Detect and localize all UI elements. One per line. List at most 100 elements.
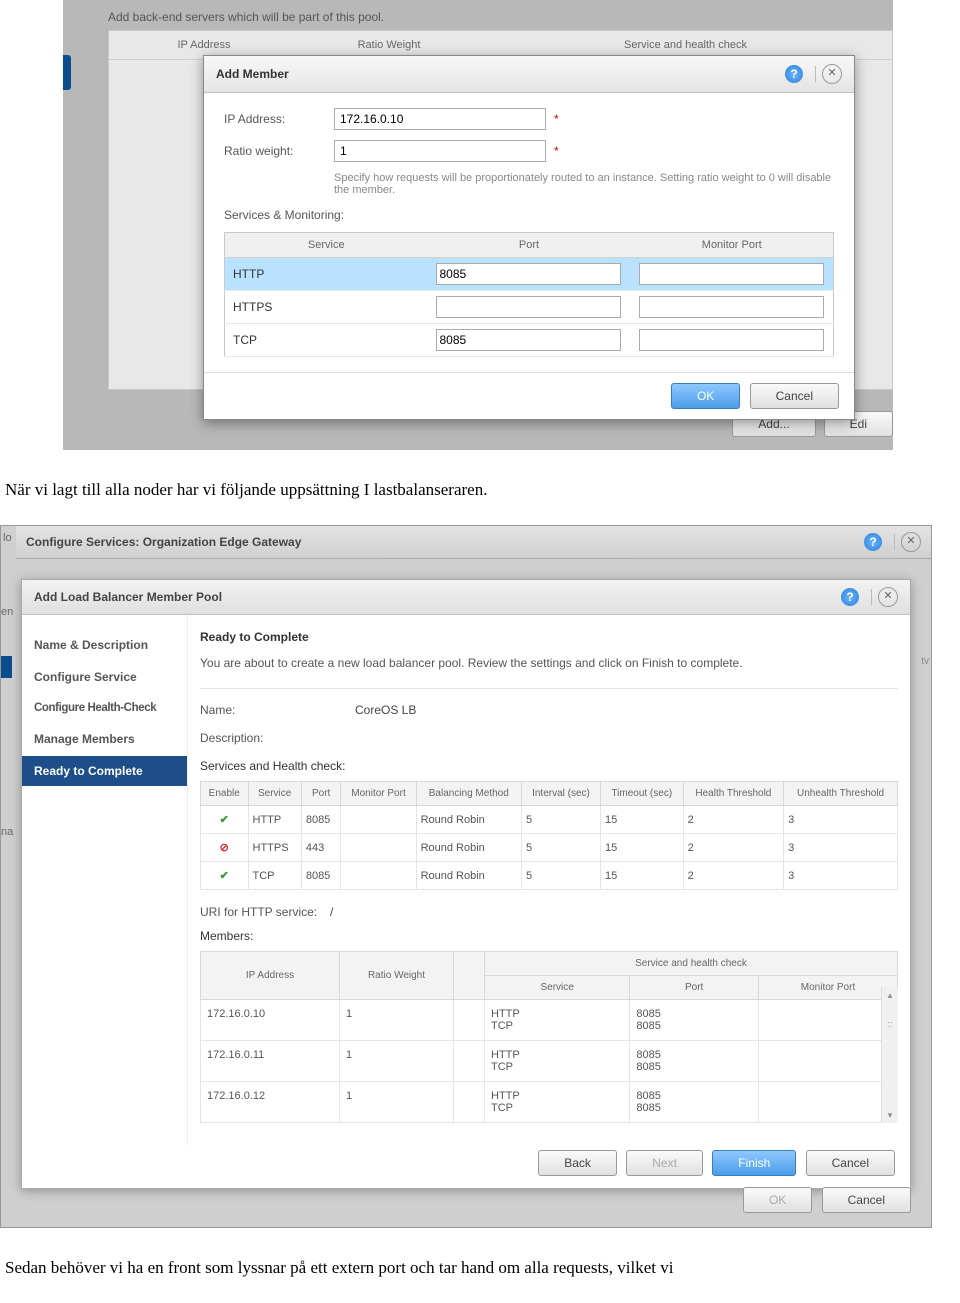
services-table: Service Port Monitor Port HTTPHTTPSTCP (224, 232, 834, 357)
port-input[interactable] (436, 296, 622, 318)
uri-label: URI for HTTP service: (200, 905, 330, 919)
monitor-port-input[interactable] (639, 329, 824, 351)
scroll-down-icon[interactable]: ▾ (882, 1107, 898, 1123)
cancel-button[interactable]: Cancel (750, 383, 839, 409)
ok-button[interactable]: OK (671, 383, 740, 409)
wizard-step[interactable]: Name & Description (22, 630, 187, 660)
members-label: Members: (200, 929, 898, 943)
name-value: CoreOS LB (355, 703, 416, 717)
ratio-input[interactable] (334, 140, 546, 162)
col-header: Health Threshold (683, 782, 784, 806)
check-icon: ✔ (220, 870, 229, 882)
table-row[interactable]: HTTPS (225, 291, 834, 324)
outer-dialog-title: Configure Services: Organization Edge Ga… (26, 535, 864, 549)
col-header: Service (248, 782, 301, 806)
table-row: 172.16.0.101HTTP TCP8085 8085 (201, 1000, 898, 1041)
description-label: Description: (200, 731, 355, 745)
services-health-label: Services and Health check: (200, 759, 898, 773)
back-button[interactable]: Back (538, 1150, 617, 1176)
table-row: ✔HTTP8085Round Robin51523 (201, 806, 898, 834)
dialog-title: Add Member (216, 67, 785, 81)
port-input[interactable] (436, 263, 622, 285)
col-header: Unhealth Threshold (784, 782, 898, 806)
col-ratio: Ratio Weight (299, 39, 479, 51)
pool-instruction: Add back-end servers which will be part … (108, 10, 384, 24)
uri-value: / (330, 905, 333, 919)
required-icon: * (554, 112, 559, 126)
ratio-label: Ratio weight: (224, 144, 334, 158)
ratio-help-text: Specify how requests will be proportiona… (334, 172, 834, 196)
wizard-step[interactable]: Ready to Complete (22, 756, 187, 786)
cell-service: HTTPS (225, 291, 428, 324)
scroll-grip-icon[interactable]: :: (882, 1019, 898, 1033)
inner-title: Add Load Balancer Member Pool (34, 590, 841, 604)
services-section-label: Services & Monitoring: (224, 208, 834, 222)
side-tab-indicator (63, 55, 71, 90)
col-header: Interval (sec) (521, 782, 600, 806)
disabled-icon: ⊘ (220, 842, 229, 854)
col-header: Monitor Port (341, 782, 416, 806)
members-table: IP Address Ratio Weight Service and heal… (200, 951, 898, 1123)
col-port: Port (630, 976, 759, 1000)
members-table-wrap: IP Address Ratio Weight Service and heal… (200, 951, 898, 1123)
table-row: ✔TCP8085Round Robin51523 (201, 862, 898, 890)
fragment-na: na (1, 826, 13, 838)
table-row[interactable]: TCP (225, 324, 834, 357)
cancel-button[interactable]: Cancel (806, 1150, 895, 1176)
fragment-lo: lo (3, 532, 12, 544)
add-member-dialog: Add Member ? ✕ IP Address: * Ratio weigh… (203, 55, 855, 420)
col-header: Enable (201, 782, 249, 806)
port-input[interactable] (436, 329, 622, 351)
separator (815, 66, 816, 82)
close-icon[interactable]: ✕ (878, 587, 898, 607)
col-ip: IP Address (201, 952, 340, 1000)
col-header: Balancing Method (416, 782, 521, 806)
cell-service: TCP (225, 324, 428, 357)
help-icon[interactable]: ? (841, 588, 859, 606)
help-icon[interactable]: ? (864, 533, 882, 551)
ip-input[interactable] (334, 108, 546, 130)
dialog-titlebar: Add Member ? ✕ (204, 56, 854, 93)
col-spacer (454, 952, 485, 1000)
wizard-step[interactable]: Configure Health-Check (22, 694, 187, 722)
monitor-port-input[interactable] (639, 296, 824, 318)
table-row[interactable]: HTTP (225, 258, 834, 291)
table-row: ⊘HTTPS443Round Robin51523 (201, 834, 898, 862)
outer-dialog-titlebar: Configure Services: Organization Edge Ga… (16, 526, 931, 559)
wizard-step[interactable]: Manage Members (22, 724, 187, 754)
monitor-port-input[interactable] (639, 263, 824, 285)
col-port: Port (428, 233, 631, 258)
outer-cancel-button[interactable]: Cancel (822, 1187, 911, 1213)
col-ratio: Ratio Weight (340, 952, 454, 1000)
outer-ok-button[interactable]: OK (743, 1187, 812, 1213)
col-monitor: Monitor Port (759, 976, 898, 1000)
separator (894, 534, 895, 550)
separator (871, 589, 872, 605)
fragment-en: en (1, 606, 13, 618)
finish-button[interactable]: Finish (712, 1150, 796, 1176)
wizard-step[interactable]: Configure Service (22, 662, 187, 692)
fragment-tv: tv (921, 656, 929, 667)
help-icon[interactable]: ? (785, 65, 803, 83)
required-icon: * (554, 144, 559, 158)
scrollbar[interactable]: ▴ :: ▾ (881, 987, 898, 1123)
col-header: Port (301, 782, 341, 806)
inner-titlebar: Add Load Balancer Member Pool ? ✕ (22, 580, 910, 615)
col-service: Service (485, 976, 630, 1000)
col-shc: Service and health check (485, 952, 898, 976)
col-monitor: Monitor Port (631, 233, 834, 258)
name-label: Name: (200, 703, 355, 717)
ready-to-complete-description: You are about to create a new load balan… (200, 656, 898, 670)
table-row: 172.16.0.121HTTP TCP8085 8085 (201, 1082, 898, 1123)
narrative-text-1: När vi lagt till alla noder har vi följa… (5, 480, 955, 500)
scroll-up-icon[interactable]: ▴ (882, 987, 898, 1003)
next-button[interactable]: Next (626, 1150, 703, 1176)
col-ip: IP Address (109, 39, 299, 51)
ip-label: IP Address: (224, 112, 334, 126)
add-pool-dialog: Add Load Balancer Member Pool ? ✕ Name &… (21, 579, 911, 1189)
services-summary-table: EnableServicePortMonitor PortBalancing M… (200, 781, 898, 890)
ready-to-complete-heading: Ready to Complete (200, 630, 898, 644)
check-icon: ✔ (220, 814, 229, 826)
close-icon[interactable]: ✕ (822, 64, 842, 84)
close-icon[interactable]: ✕ (901, 532, 921, 552)
